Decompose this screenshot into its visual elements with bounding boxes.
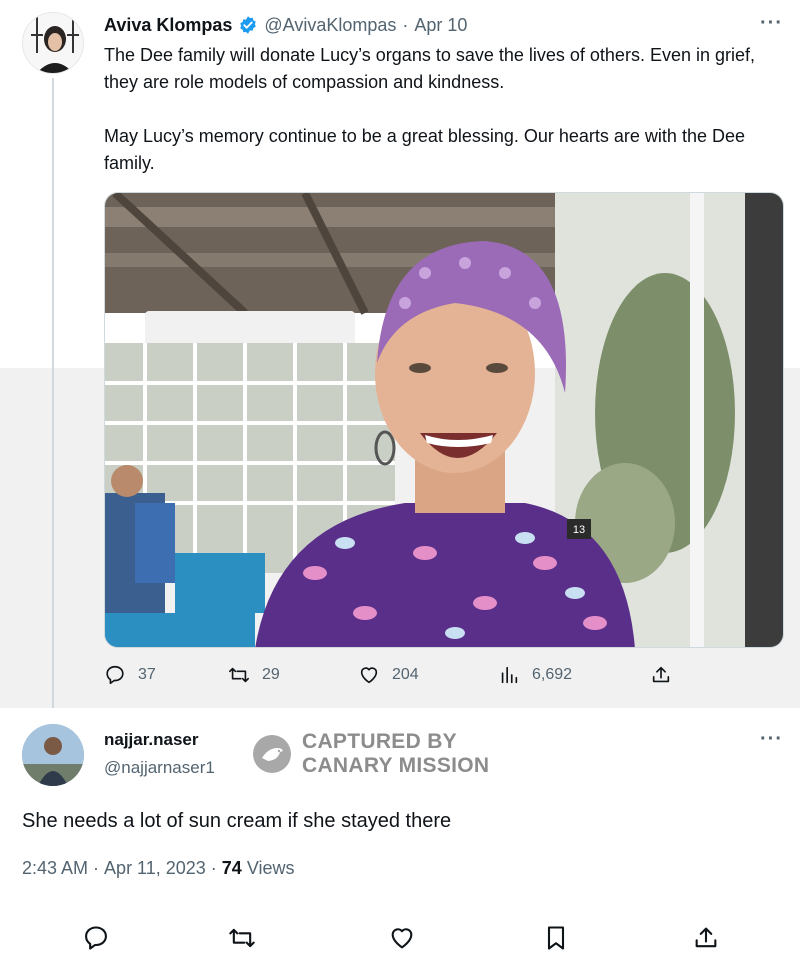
share-icon xyxy=(652,666,670,683)
watermark-line-2: CANARY MISSION xyxy=(302,754,490,777)
share-button[interactable] xyxy=(692,924,720,952)
reply-button[interactable] xyxy=(82,924,110,952)
tweet-paragraph-1: The Dee family will donate Lucy’s organs… xyxy=(104,45,755,92)
canary-mission-watermark: CAPTURED BY CANARY MISSION xyxy=(252,730,489,778)
reply-bubble-icon xyxy=(85,926,107,950)
reply-bubble-icon xyxy=(106,665,124,685)
reply-author-handle[interactable]: @najjarnaser1 xyxy=(104,758,215,778)
author-handle[interactable]: @AvivaKlompas xyxy=(264,15,396,36)
photo-number-tag: 13 xyxy=(573,524,585,536)
tweet-paragraph-2: May Lucy’s memory continue to be a great… xyxy=(104,126,745,173)
heart-icon xyxy=(391,928,413,949)
original-tweet[interactable]: Aviva Klompas @AvivaKlompas · Apr 10 ···… xyxy=(0,0,800,716)
reply-actions xyxy=(0,920,800,956)
meta-separator-2: · xyxy=(210,858,217,878)
author-name[interactable]: Aviva Klompas xyxy=(104,15,232,36)
views-bar-icon xyxy=(501,666,518,684)
share-icon xyxy=(695,927,717,948)
tweet-body: The Dee family will donate Lucy’s organs… xyxy=(104,42,774,177)
like-action[interactable]: 204 xyxy=(358,664,419,686)
reply-time[interactable]: 2:43 AM xyxy=(22,858,88,879)
reply-author-avatar[interactable] xyxy=(22,724,84,786)
share-action[interactable] xyxy=(650,664,672,686)
reply-views-count: 74 xyxy=(221,858,242,878)
retweet-count: 29 xyxy=(262,666,280,683)
header-separator: · xyxy=(402,14,409,35)
retweet-action[interactable]: 29 xyxy=(228,664,280,686)
reply-more-options-icon[interactable]: ··· xyxy=(760,728,783,751)
reply-body: She needs a lot of sun cream if she stay… xyxy=(22,810,452,832)
meta-separator-1: · xyxy=(93,858,100,878)
reply-count: 37 xyxy=(138,666,156,683)
retweet-icon xyxy=(229,667,249,683)
author-avatar[interactable] xyxy=(22,12,84,74)
reply-date[interactable]: Apr 11, 2023 xyxy=(104,858,206,879)
tweet-photo[interactable]: 13 xyxy=(104,192,784,648)
like-button[interactable] xyxy=(388,924,416,952)
watermark-line-1: CAPTURED BY xyxy=(302,730,457,753)
canary-bird-icon xyxy=(253,735,291,773)
reply-author-name[interactable]: najjar.naser xyxy=(104,730,199,750)
reply-views-label: Views xyxy=(246,858,295,878)
heart-icon xyxy=(360,667,378,684)
tweet-date[interactable]: Apr 10 xyxy=(414,15,467,36)
bookmark-button[interactable] xyxy=(542,924,570,952)
reply-metadata: 2:43 AM · Apr 11, 2023 · 74 Views xyxy=(22,858,295,879)
more-options-icon[interactable]: ··· xyxy=(760,12,783,35)
verified-badge-icon xyxy=(238,15,258,35)
retweet-icon xyxy=(229,928,255,948)
tweet-header: Aviva Klompas @AvivaKlompas · Apr 10 xyxy=(104,14,467,36)
reply-tweet[interactable]: najjar.naser @najjarnaser1 ··· CAPTURED … xyxy=(0,708,800,969)
reply-action[interactable]: 37 xyxy=(104,664,156,686)
tweet-actions: 37 29 204 6,692 xyxy=(104,664,684,694)
views-action[interactable]: 6,692 xyxy=(498,664,572,686)
views-count: 6,692 xyxy=(532,666,573,683)
retweet-button[interactable] xyxy=(228,924,256,952)
bookmark-icon xyxy=(547,926,565,950)
thread-connector-line xyxy=(52,78,54,716)
like-count: 204 xyxy=(392,666,419,683)
